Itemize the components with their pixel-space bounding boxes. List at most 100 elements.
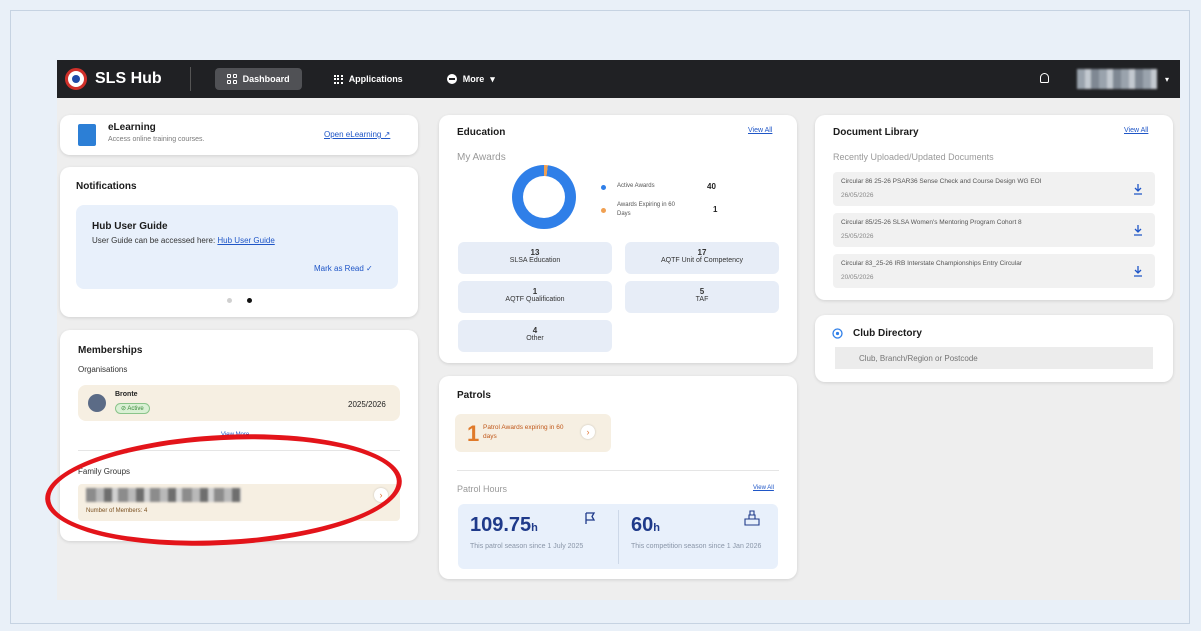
brand-title: SLS Hub bbox=[95, 70, 162, 87]
recent-documents-label: Recently Uploaded/Updated Documents bbox=[833, 152, 994, 162]
mark-as-read-button[interactable]: Mark as Read ✓ bbox=[314, 264, 373, 273]
carousel-dot-2[interactable] bbox=[247, 298, 252, 303]
notifications-title: Notifications bbox=[76, 181, 137, 192]
nav-applications-button[interactable]: Applications bbox=[322, 68, 415, 90]
document-row[interactable]: Circular 86 25-26 PSAR36 Sense Check and… bbox=[833, 172, 1155, 206]
expiring-awards-label: Awards Expiring in 60 Days bbox=[617, 202, 675, 217]
notifications-card: Notifications Hub User Guide User Guide … bbox=[60, 167, 418, 317]
patrol-hours-number: 109.75 bbox=[470, 514, 532, 536]
status-badge: ⊘ Active bbox=[115, 403, 150, 414]
club-search-input[interactable] bbox=[835, 347, 1153, 369]
expiring-awards-dot bbox=[601, 208, 606, 213]
notification-item-title: Hub User Guide bbox=[92, 221, 168, 232]
more-circle-icon bbox=[446, 74, 457, 84]
patrol-hours-label: Patrol Hours bbox=[457, 484, 508, 494]
flag-icon bbox=[585, 512, 596, 524]
competition-hours-desc: This competition season since 1 Jan 2026 bbox=[631, 543, 762, 550]
nav-more-button[interactable]: More ▾ bbox=[435, 68, 507, 91]
tile-value: 1 bbox=[532, 287, 538, 296]
nav-more-label: More bbox=[462, 74, 485, 84]
carousel-dot-1[interactable] bbox=[227, 298, 232, 303]
tile-label: SLSA Education bbox=[509, 257, 561, 264]
nav-divider bbox=[189, 67, 191, 91]
document-row[interactable]: Circular 83_25-26 IRB Interstate Champio… bbox=[833, 254, 1155, 288]
divider bbox=[618, 510, 619, 564]
award-tile-slsa-education[interactable]: 13 SLSA Education bbox=[458, 242, 612, 274]
patrol-alert-count: 1 bbox=[467, 421, 480, 446]
award-tile-taf[interactable]: 5 TAF bbox=[625, 281, 779, 313]
status-badge-label: Active bbox=[127, 406, 144, 412]
elearning-card: eLearning Access online training courses… bbox=[60, 115, 418, 155]
active-awards-value: 40 bbox=[707, 182, 716, 191]
elearning-title: eLearning bbox=[108, 122, 156, 133]
download-icon[interactable] bbox=[1133, 265, 1143, 277]
chevron-down-icon: ▾ bbox=[490, 73, 495, 84]
education-card: Education View All My Awards Active Awar… bbox=[439, 115, 797, 363]
document-library-card: Document Library View All Recently Uploa… bbox=[815, 115, 1173, 300]
education-title: Education bbox=[457, 127, 506, 138]
tile-label: TAF bbox=[695, 296, 709, 303]
award-tile-aqtf-qualification[interactable]: 1 AQTF Qualification bbox=[458, 281, 612, 313]
tile-value: 13 bbox=[530, 248, 540, 257]
locate-icon bbox=[832, 328, 843, 339]
patrol-hours-view-all-link[interactable]: View All bbox=[753, 485, 774, 491]
tile-value: 4 bbox=[532, 326, 538, 335]
document-date: 26/05/2026 bbox=[841, 192, 874, 199]
open-elearning-link[interactable]: Open eLearning ↗ bbox=[324, 130, 390, 139]
book-icon bbox=[78, 124, 96, 146]
document-date: 25/05/2026 bbox=[841, 233, 874, 240]
patrols-title: Patrols bbox=[457, 390, 491, 401]
chevron-right-icon[interactable]: › bbox=[581, 425, 595, 439]
nav-dashboard-button[interactable]: Dashboard bbox=[214, 68, 302, 90]
elearning-subtitle: Access online training courses. bbox=[108, 136, 205, 143]
download-icon[interactable] bbox=[1133, 224, 1143, 236]
education-view-all-link[interactable]: View All bbox=[748, 127, 772, 134]
sls-logo-icon[interactable] bbox=[65, 68, 87, 90]
notification-item: Hub User Guide User Guide can be accesse… bbox=[76, 205, 398, 289]
divider bbox=[457, 470, 779, 471]
club-directory-card: Club Directory bbox=[815, 315, 1173, 382]
document-title: Circular 83_25-26 IRB Interstate Champio… bbox=[841, 260, 1022, 267]
org-season: 2025/2026 bbox=[348, 400, 386, 409]
document-row[interactable]: Circular 85/25-26 SLSA Women's Mentoring… bbox=[833, 213, 1155, 247]
memberships-title: Memberships bbox=[78, 345, 143, 356]
patrol-hours-box: 109.75h This patrol season since 1 July … bbox=[458, 504, 778, 569]
patrol-hours-unit: h bbox=[531, 522, 538, 534]
tile-label: AQTF Qualification bbox=[505, 296, 565, 303]
awards-donut-chart bbox=[512, 165, 576, 229]
competition-hours-unit: h bbox=[653, 522, 660, 534]
hub-user-guide-link[interactable]: Hub User Guide bbox=[217, 236, 274, 245]
notification-item-text-wrap: User Guide can be accessed here: Hub Use… bbox=[92, 236, 275, 245]
org-name: Bronte bbox=[115, 391, 138, 398]
document-title: Circular 85/25-26 SLSA Women's Mentoring… bbox=[841, 219, 1022, 226]
award-tile-other[interactable]: 4 Other bbox=[458, 320, 612, 352]
active-awards-label: Active Awards bbox=[617, 183, 655, 189]
top-nav-bar: SLS Hub Dashboard Applications More ▾ ▾ bbox=[57, 60, 1180, 98]
patrols-card: Patrols 1 Patrol Awards expiring in 60 d… bbox=[439, 376, 797, 579]
my-awards-label: My Awards bbox=[457, 152, 506, 163]
bell-icon[interactable] bbox=[1040, 73, 1049, 83]
nav-dashboard-label: Dashboard bbox=[242, 74, 290, 84]
user-menu-chevron-icon[interactable]: ▾ bbox=[1165, 75, 1169, 84]
active-awards-dot bbox=[601, 185, 606, 190]
expiring-awards-value: 1 bbox=[713, 205, 718, 214]
podium-icon bbox=[744, 510, 760, 526]
document-date: 20/05/2026 bbox=[841, 274, 874, 281]
dashboard-grid-icon bbox=[226, 74, 237, 84]
tile-label: Other bbox=[526, 335, 544, 342]
download-icon[interactable] bbox=[1133, 183, 1143, 195]
club-logo bbox=[88, 394, 106, 412]
user-avatar[interactable] bbox=[1077, 69, 1157, 89]
membership-row[interactable]: Bronte ⊘ Active 2025/2026 bbox=[78, 385, 400, 421]
apps-dots-icon bbox=[333, 74, 343, 84]
patrol-hours-desc: This patrol season since 1 July 2025 bbox=[470, 543, 584, 550]
document-title: Circular 86 25-26 PSAR36 Sense Check and… bbox=[841, 178, 1042, 185]
award-tile-aqtf-unit[interactable]: 17 AQTF Unit of Competency bbox=[625, 242, 779, 274]
patrol-hours-value: 109.75h bbox=[470, 514, 538, 537]
competition-hours-number: 60 bbox=[631, 514, 654, 536]
nav-applications-label: Applications bbox=[348, 74, 403, 84]
patrol-awards-alert[interactable]: 1 Patrol Awards expiring in 60 days › bbox=[455, 414, 611, 452]
patrol-alert-text: Patrol Awards expiring in 60 days bbox=[483, 424, 564, 440]
documents-view-all-link[interactable]: View All bbox=[1124, 127, 1148, 134]
competition-hours-value: 60h bbox=[631, 514, 660, 537]
